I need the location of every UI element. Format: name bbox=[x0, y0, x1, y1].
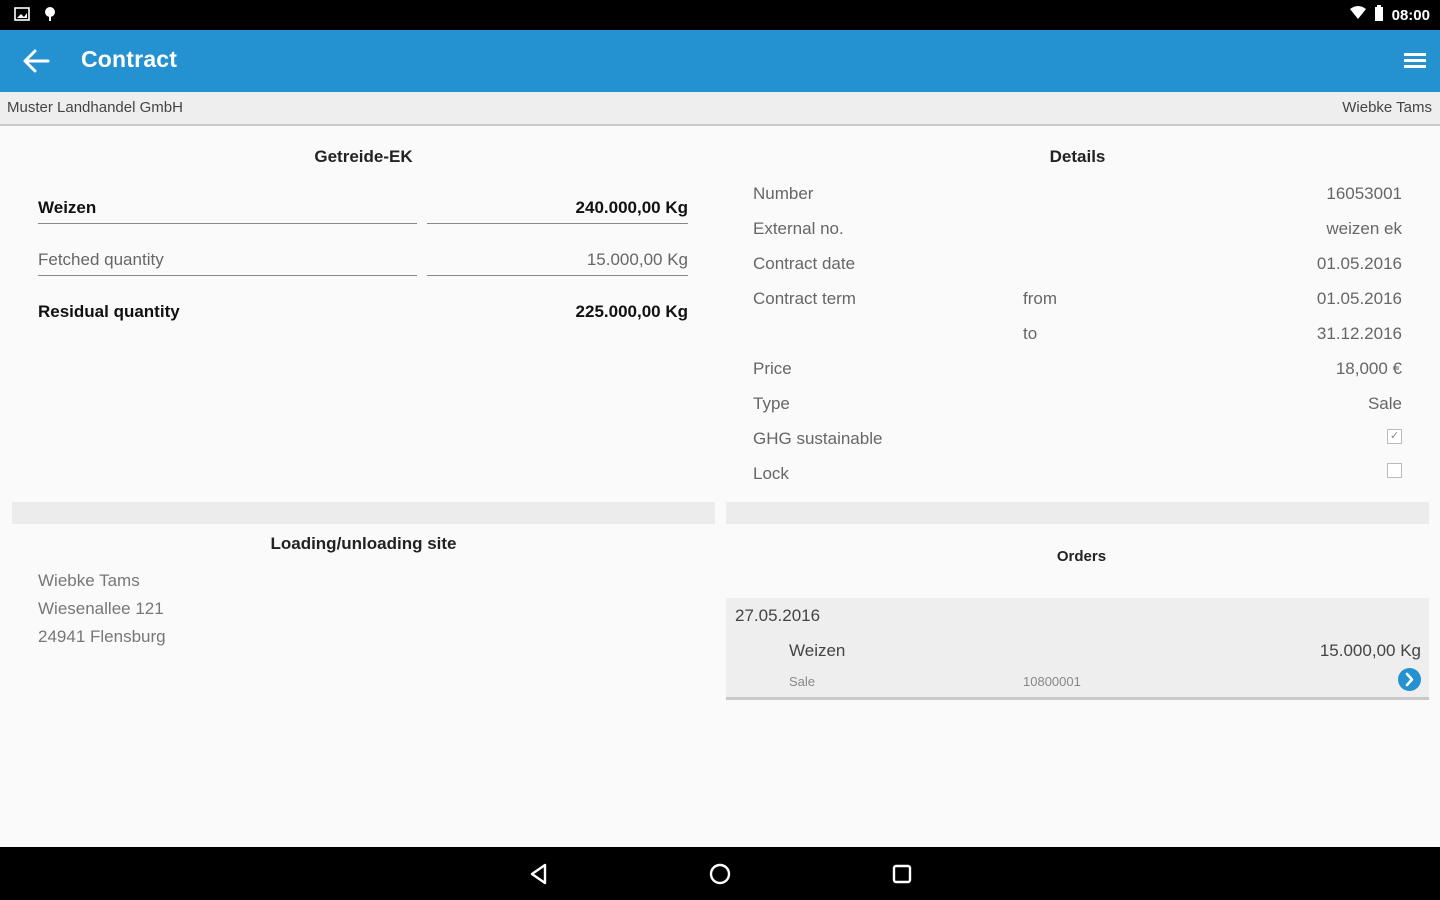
term-to-label: to bbox=[1023, 324, 1038, 343]
fetched-quantity-value: 15.000,00 Kg bbox=[427, 246, 688, 276]
page-title: Contract bbox=[81, 46, 178, 72]
company-name: Muster Landhandel GmbH bbox=[7, 99, 183, 116]
gallery-notification-icon bbox=[14, 7, 30, 26]
price-value: 18,000 € bbox=[1335, 359, 1402, 378]
lock-label: Lock bbox=[753, 464, 789, 483]
contract-term-label: Contract term bbox=[753, 289, 856, 308]
order-product: Weizen bbox=[789, 641, 846, 660]
system-nav-bar bbox=[0, 847, 1440, 900]
location-notification-icon bbox=[44, 6, 56, 27]
order-quantity: 15.000,00 Kg bbox=[1319, 641, 1421, 660]
back-arrow-icon[interactable] bbox=[20, 45, 54, 77]
term-from-label: from bbox=[1023, 289, 1057, 308]
status-bar: 08:00 bbox=[0, 0, 1440, 30]
external-no-label: External no. bbox=[753, 219, 844, 238]
menu-icon[interactable] bbox=[1402, 50, 1428, 72]
status-bar-system: 08:00 bbox=[1349, 5, 1430, 25]
number-value: 16053001 bbox=[1326, 184, 1402, 203]
ghg-sustainable-checkbox[interactable]: ✓ bbox=[1387, 429, 1402, 444]
orders-title: Orders bbox=[1056, 548, 1107, 565]
site-name: Wiebke Tams bbox=[38, 571, 140, 590]
app-bar: Contract bbox=[0, 30, 1440, 92]
site-title: Loading/unloading site bbox=[270, 534, 457, 553]
order-card[interactable]: 27.05.2016 Weizen 15.000,00 Kg Sale 1080… bbox=[726, 598, 1429, 700]
details-title: Details bbox=[1049, 147, 1106, 166]
product-label: Weizen bbox=[38, 194, 417, 224]
status-bar-notifications bbox=[14, 6, 56, 27]
contract-date-value: 01.05.2016 bbox=[1316, 254, 1402, 273]
wifi-icon bbox=[1349, 6, 1366, 24]
nav-home-icon[interactable] bbox=[707, 861, 733, 887]
order-number: 10800001 bbox=[1023, 674, 1081, 689]
term-from-value: 01.05.2016 bbox=[1316, 289, 1402, 308]
external-no-value: weizen ek bbox=[1326, 219, 1402, 238]
product-quantity: 240.000,00 Kg bbox=[427, 194, 688, 224]
order-date: 27.05.2016 bbox=[735, 606, 821, 625]
number-label: Number bbox=[753, 184, 814, 203]
site-street: Wiesenallee 121 bbox=[38, 599, 164, 618]
section-divider-left bbox=[12, 502, 715, 524]
sub-header: Muster Landhandel GmbH Wiebke Tams bbox=[0, 92, 1440, 126]
section-divider-right bbox=[726, 502, 1429, 524]
chevron-right-icon[interactable] bbox=[1398, 668, 1421, 691]
lock-checkbox[interactable] bbox=[1387, 463, 1402, 478]
ghg-sustainable-label: GHG sustainable bbox=[753, 429, 883, 448]
residual-quantity-label: Residual quantity bbox=[38, 302, 180, 321]
term-to-value: 31.12.2016 bbox=[1316, 324, 1402, 343]
type-label: Type bbox=[753, 394, 790, 413]
fetched-quantity-label: Fetched quantity bbox=[38, 246, 417, 276]
residual-quantity-value: 225.000,00 Kg bbox=[575, 302, 688, 321]
type-value: Sale bbox=[1367, 394, 1402, 413]
contract-date-label: Contract date bbox=[753, 254, 856, 273]
nav-recents-icon[interactable] bbox=[889, 861, 915, 887]
site-city: 24941 Flensburg bbox=[38, 627, 166, 646]
order-type: Sale bbox=[789, 674, 816, 689]
contract-title: Getreide-EK bbox=[314, 147, 413, 166]
status-time: 08:00 bbox=[1391, 6, 1430, 24]
price-label: Price bbox=[753, 359, 792, 378]
nav-back-icon[interactable] bbox=[526, 861, 552, 887]
user-name: Wiebke Tams bbox=[1342, 99, 1432, 116]
battery-icon bbox=[1374, 5, 1384, 25]
